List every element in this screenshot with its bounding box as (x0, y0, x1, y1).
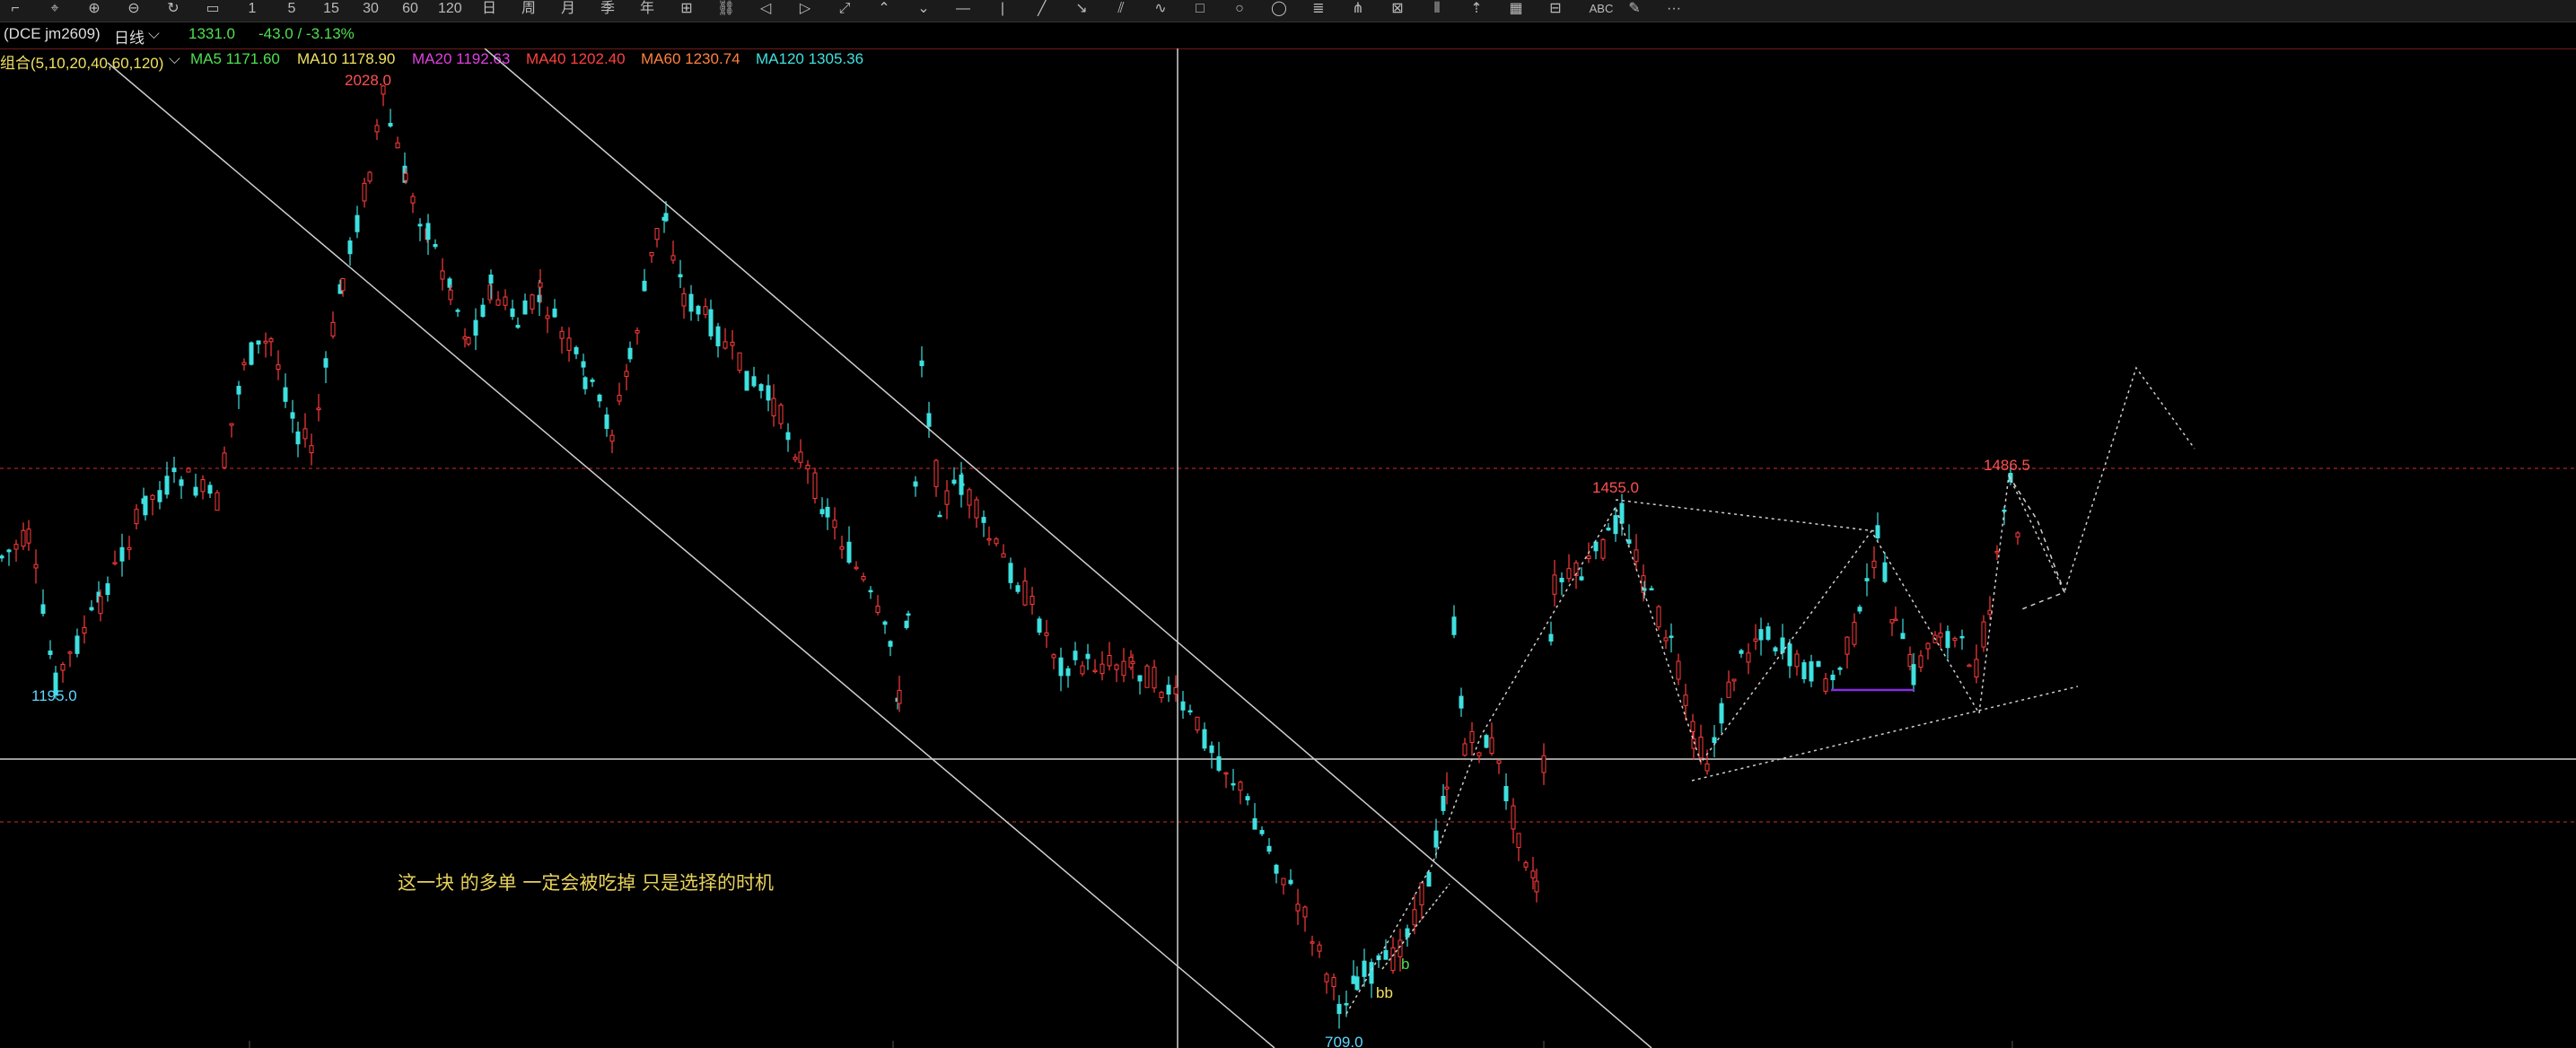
period-month-icon[interactable]: 月 (556, 0, 580, 20)
period-120m-icon[interactable]: 120 (438, 0, 462, 20)
period-week-icon[interactable]: 周 (517, 0, 540, 20)
period-60m-icon[interactable]: 60 (399, 0, 422, 20)
symbol-info-bar: (DCE jm2609) 日线 ⌵ 1331.0 -43.0 / -3.13% (0, 22, 2576, 49)
rectangle-icon[interactable]: □ (1188, 0, 1212, 20)
horizontal-line-icon[interactable]: — (951, 0, 975, 20)
high-label-2028: 2028.0 (345, 72, 391, 89)
grid-icon[interactable]: ▦ (1504, 0, 1528, 20)
link-icon[interactable]: ⛓ (714, 0, 738, 20)
eraser-icon[interactable]: ✎ (1623, 0, 1646, 20)
zoom-out-icon[interactable]: ⊖ (122, 0, 145, 20)
high-label-1455: 1455.0 (1592, 479, 1639, 496)
signal-label-bb: bb (1376, 984, 1393, 1001)
more-tools-icon[interactable]: ⌄ (912, 0, 935, 20)
chart-annotation-text: 这一块 的多单 一定会被吃掉 只是选择的时机 (398, 872, 774, 894)
forecast-zigzag (2008, 475, 2065, 611)
candlestick-series (0, 84, 2020, 1029)
text-icon[interactable]: ABC (1583, 0, 1619, 20)
cursor-icon[interactable]: ⌐ (4, 0, 27, 20)
zoom-in-icon[interactable]: ⊕ (83, 0, 106, 20)
period-quarter-icon[interactable]: 季 (596, 0, 619, 20)
low-label-709: 709.0 (1325, 1034, 1363, 1048)
ellipse-icon[interactable]: ◯ (1267, 0, 1291, 20)
signal-label-b: b (1401, 956, 1409, 973)
wave-pattern-dotted (1345, 366, 2195, 1015)
overlay-icon[interactable]: ⊞ (675, 0, 698, 20)
price-labels: 2028.0 1195.0 709.0 1455.0 1486.5 bb b (31, 72, 2030, 1048)
zoom-fit-icon[interactable]: ⤢ (833, 0, 856, 20)
more-icon[interactable]: ··· (1662, 0, 1686, 20)
select-icon[interactable]: ▭ (201, 0, 224, 20)
period-5m-icon[interactable]: 5 (280, 0, 303, 20)
gann-icon[interactable]: ⊠ (1386, 0, 1409, 20)
period-day-icon[interactable]: 日 (478, 0, 501, 20)
triangle-lower-dotted (1691, 686, 2079, 782)
high-label-1486: 1486.5 (1984, 457, 2030, 474)
drawing-toolbar: ⌐ ⌖ ⊕ ⊖ ↻ ▭ 1 5 15 30 60 120 日周月季年 ⊞ ⛓ ◁ ▷ ⤢ ⌃ ⌄ — | ╱ ↘ ⫽ ∿ □ ○ ◯ ≣ ⋔… (0, 0, 2576, 22)
crosshair-icon[interactable]: ⌖ (43, 0, 66, 20)
channel-line-lower (107, 62, 1275, 1048)
symbol-name[interactable]: (DCE jm2609) (4, 25, 101, 43)
parallel-line-icon[interactable]: ⫽ (1109, 0, 1133, 20)
chevron-down-icon[interactable]: ⌵ (148, 25, 160, 43)
price-gridlines (0, 467, 2576, 823)
channel-line-upper (484, 48, 1652, 1048)
crosshair (0, 48, 2576, 1048)
price-change: -43.0 / -3.13% (258, 25, 355, 42)
low-label-1195: 1195.0 (31, 687, 77, 704)
collapse-icon[interactable]: ⌃ (872, 0, 896, 20)
period-year-icon[interactable]: 年 (635, 0, 659, 20)
kline-chart[interactable]: 2028.0 1195.0 709.0 1455.0 1486.5 bb b 这… (0, 48, 2576, 1048)
refresh-icon[interactable]: ↻ (162, 0, 185, 20)
last-price: 1331.0 (188, 25, 235, 42)
wave-icon[interactable]: ∿ (1149, 0, 1172, 20)
pitchfork-icon[interactable]: ⋔ (1346, 0, 1370, 20)
arrow-up-icon[interactable]: ⇡ (1465, 0, 1488, 20)
period-15m-icon[interactable]: 15 (320, 0, 343, 20)
trend-line-icon[interactable]: ╱ (1030, 0, 1054, 20)
triangle-upper-dotted (1615, 499, 1877, 532)
vertical-line-icon[interactable]: | (991, 0, 1014, 20)
vertical-bars-icon[interactable]: ⦀ (1425, 0, 1449, 20)
circle-icon[interactable]: ○ (1228, 0, 1251, 20)
ray-icon[interactable]: ↘ (1070, 0, 1093, 20)
period-selector[interactable]: 日线 (114, 25, 145, 48)
arrow-left-icon[interactable]: ◁ (754, 0, 777, 20)
period-1m-icon[interactable]: 1 (241, 0, 264, 20)
arrow-right-icon[interactable]: ▷ (793, 0, 817, 20)
drawing-objects (107, 48, 2195, 1048)
short-trend-line (1381, 883, 1450, 970)
ruler-icon[interactable]: ⊟ (1544, 0, 1567, 20)
timeline-ticks (249, 1041, 2013, 1048)
period-30m-icon[interactable]: 30 (359, 0, 382, 20)
fib-icon[interactable]: ≣ (1307, 0, 1330, 20)
